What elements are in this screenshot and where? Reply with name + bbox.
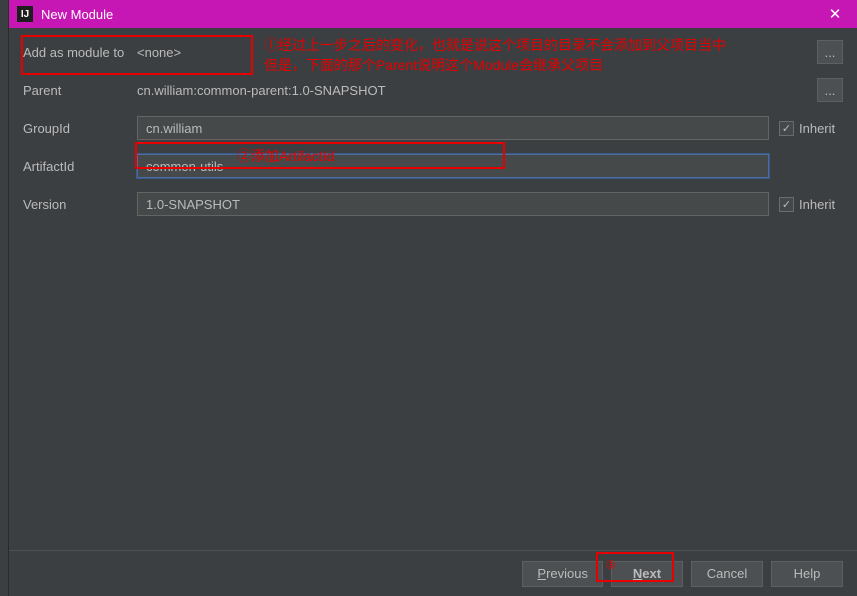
groupid-label: GroupId (23, 121, 137, 136)
titlebar: IJ New Module ✕ (9, 0, 857, 28)
next-label-rest: ext (642, 566, 661, 581)
artifactid-label: ArtifactId (23, 159, 137, 174)
groupid-inherit-label: Inherit (799, 121, 835, 136)
previous-label-rest: revious (546, 566, 588, 581)
add-as-module-label: Add as module to (23, 45, 137, 60)
parent-label: Parent (23, 83, 137, 98)
groupid-inherit-checkbox[interactable]: ✓ (779, 121, 794, 136)
help-button[interactable]: Help (771, 561, 843, 587)
version-label: Version (23, 197, 137, 212)
app-icon: IJ (17, 6, 33, 22)
groupid-row: GroupId ✓ Inherit (23, 116, 843, 140)
parent-row: Parent cn.william:common-parent:1.0-SNAP… (23, 78, 843, 102)
version-inherit[interactable]: ✓ Inherit (779, 197, 843, 212)
previous-button[interactable]: Previous (522, 561, 603, 587)
add-as-module-row: Add as module to <none> ... (23, 40, 843, 64)
dialog-footer: Previous Next Cancel Help (9, 550, 857, 596)
new-module-dialog: IJ New Module ✕ Add as module to <none> … (8, 0, 857, 596)
artifactid-row: ArtifactId (23, 154, 843, 178)
browse-module-button[interactable]: ... (817, 40, 843, 64)
version-inherit-label: Inherit (799, 197, 835, 212)
artifactid-input[interactable] (137, 154, 769, 178)
close-button[interactable]: ✕ (821, 0, 849, 28)
version-inherit-checkbox[interactable]: ✓ (779, 197, 794, 212)
parent-value: cn.william:common-parent:1.0-SNAPSHOT (137, 83, 811, 98)
browse-parent-button[interactable]: ... (817, 78, 843, 102)
groupid-inherit[interactable]: ✓ Inherit (779, 121, 843, 136)
groupid-input[interactable] (137, 116, 769, 140)
dialog-title: New Module (41, 7, 821, 22)
content-area: Add as module to <none> ... Parent cn.wi… (9, 28, 857, 216)
parent-window-edge (0, 0, 8, 596)
cancel-button[interactable]: Cancel (691, 561, 763, 587)
next-button[interactable]: Next (611, 561, 683, 587)
add-as-module-value: <none> (137, 45, 811, 60)
version-row: Version ✓ Inherit (23, 192, 843, 216)
version-input[interactable] (137, 192, 769, 216)
